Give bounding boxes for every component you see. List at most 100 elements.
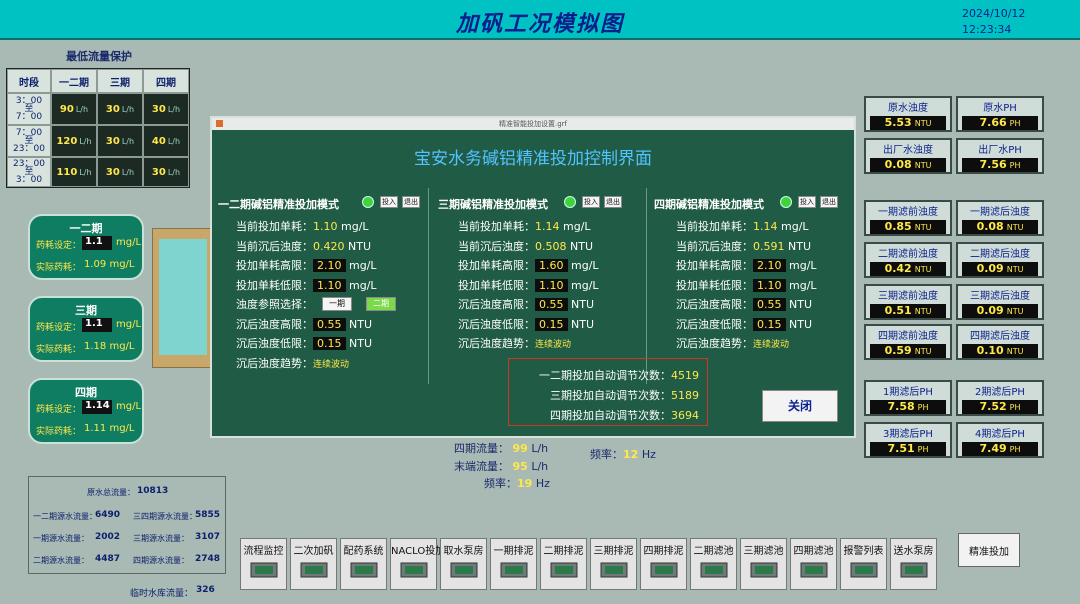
- nav-button[interactable]: 二期滤池: [690, 538, 737, 590]
- nav-button[interactable]: 一期排泥: [490, 538, 537, 590]
- dosage-set-input[interactable]: 1.1: [82, 318, 112, 332]
- dosing-mode-label: 四期碱铝精准投加模式: [654, 198, 764, 211]
- protection-slot-cell: 23：00 至 3：00: [7, 157, 51, 187]
- nav-button-label: 二次加矾: [293, 546, 334, 557]
- mode-on-button[interactable]: 投入: [798, 196, 816, 208]
- slot-text: 3：00: [15, 175, 43, 185]
- trend-row: 沉后浊度趋势：连续波动: [676, 335, 789, 351]
- nav-button[interactable]: 配药系统: [340, 538, 387, 590]
- param-input[interactable]: 0.55: [753, 298, 786, 311]
- nav-button-label: 四期排泥: [643, 546, 684, 557]
- sensor-number: 0.59: [884, 344, 912, 357]
- mode-on-button[interactable]: 投入: [380, 196, 398, 208]
- dosage-set-label: 药耗设定：: [36, 405, 82, 415]
- param-unit: NTU: [789, 298, 812, 311]
- dosage-set-input[interactable]: 1.1: [82, 236, 112, 250]
- protection-value-cell: 40 L/h: [143, 125, 189, 157]
- count-label: 三期投加自动调节次数：: [550, 389, 671, 402]
- param-input[interactable]: 2.10: [313, 259, 346, 272]
- param-label: 沉后浊度低限：: [458, 317, 535, 331]
- protection-slot-cell: 7：00 至 23：00: [7, 125, 51, 157]
- sensor-readout: 1期滤后PH 7.58 PH: [864, 380, 952, 416]
- dosage-actual-value: 1.18 mg/L: [84, 341, 134, 352]
- mode-on-button[interactable]: 投入: [582, 196, 600, 208]
- count-value: 3694: [671, 409, 699, 422]
- sensor-readout: 原水浊度 5.53 NTU: [864, 96, 952, 132]
- param-input[interactable]: 0.55: [535, 298, 568, 311]
- equipment-icon: [399, 559, 429, 581]
- param-input[interactable]: 1.60: [535, 259, 568, 272]
- dosage-actual-label: 实际药耗：: [36, 345, 82, 355]
- param-unit: NTU: [571, 298, 594, 311]
- mode-off-button[interactable]: 退出: [820, 196, 838, 208]
- count-value: 4519: [671, 369, 699, 382]
- nav-button[interactable]: 送水泵房: [890, 538, 937, 590]
- param-input[interactable]: 0.15: [535, 317, 568, 331]
- nav-button[interactable]: 三期滤池: [740, 538, 787, 590]
- param-row: 当前沉后浊度：0.420 NTU: [236, 238, 371, 254]
- sensor-label: 出厂水PH: [978, 145, 1022, 156]
- freq-value-2: 12: [623, 448, 639, 461]
- sensor-readout: 一期滤前浊度 0.85 NTU: [864, 200, 952, 236]
- param-label: 当前投加单耗：: [458, 220, 535, 233]
- sensor-unit: NTU: [1006, 347, 1024, 356]
- dosage-set-input[interactable]: 1.14: [82, 400, 112, 414]
- phase-card: 三期 药耗设定： 1.1 mg/L 实际药耗： 1.18 mg/L: [28, 296, 144, 362]
- param-label: 投加单耗低限：: [458, 278, 535, 292]
- param-label: 浊度参照选择：: [236, 298, 313, 311]
- page-title: 加矾工况模拟图: [455, 11, 624, 37]
- nav-precise-dosing-button[interactable]: 精准投加: [958, 533, 1020, 567]
- param-input[interactable]: 0.15: [313, 337, 346, 350]
- sensor-value: 5.53 NTU: [870, 116, 946, 130]
- param-row: 投加单耗高限： 1.60 mg/L: [458, 257, 599, 273]
- nav-button[interactable]: 取水泵房: [440, 538, 487, 590]
- sensor-label: 原水PH: [983, 103, 1017, 114]
- param-input[interactable]: 1.10: [535, 278, 568, 292]
- param-unit: NTU: [349, 317, 372, 331]
- param-input[interactable]: 1.10: [313, 278, 346, 292]
- close-button[interactable]: 关闭: [762, 390, 838, 422]
- nav-button[interactable]: NACLO投加: [390, 538, 445, 590]
- reference-phase1-button[interactable]: 一期: [322, 297, 352, 311]
- equipment-icon: [749, 559, 779, 581]
- app-icon: [216, 120, 223, 127]
- nav-button[interactable]: 三期排泥: [590, 538, 637, 590]
- dosage-set-label: 药耗设定：: [36, 323, 82, 333]
- protection-value: 40: [151, 135, 166, 147]
- nav-button-label: 送水泵房: [893, 546, 934, 557]
- param-label: 当前投加单耗：: [236, 220, 313, 233]
- nav-button[interactable]: 四期排泥: [640, 538, 687, 590]
- nav-button[interactable]: 报警列表: [840, 538, 887, 590]
- protection-value-cell: 30 L/h: [97, 93, 143, 125]
- nav-button[interactable]: 流程监控: [240, 538, 287, 590]
- protection-value-cell: 120 L/h: [51, 125, 97, 157]
- phase-title: 一二期: [69, 222, 103, 235]
- sensor-unit: NTU: [914, 161, 932, 170]
- param-input[interactable]: 2.10: [753, 259, 786, 272]
- sensor-label: 出厂水浊度: [883, 145, 933, 156]
- sensor-label: 四期滤后浊度: [970, 331, 1030, 342]
- dosage-actual-number: 1.09: [84, 259, 107, 270]
- sensor-unit: PH: [1009, 445, 1021, 454]
- param-unit: NTU: [571, 317, 594, 331]
- trend-label: 沉后浊度趋势：: [676, 337, 753, 350]
- param-input[interactable]: 1.10: [753, 278, 786, 292]
- nav-button[interactable]: 二次加矾: [290, 538, 337, 590]
- param-unit: NTU: [348, 239, 371, 253]
- param-input[interactable]: 0.55: [313, 317, 346, 331]
- dosage-actual-unit: mg/L: [109, 259, 135, 270]
- protection-header-cell: 时段: [7, 69, 51, 93]
- param-value: 0.508: [535, 239, 567, 253]
- slot-text: 23：00: [13, 144, 45, 154]
- mode-status-indicator: [362, 196, 374, 208]
- reference-phase2-button[interactable]: 二期: [366, 297, 396, 311]
- param-value: 1.14: [753, 220, 778, 233]
- nav-button[interactable]: 二期排泥: [540, 538, 587, 590]
- param-input[interactable]: 0.15: [753, 317, 786, 331]
- header-time: 12:23:34: [962, 23, 1012, 36]
- mode-off-button[interactable]: 退出: [604, 196, 622, 208]
- mode-off-button[interactable]: 退出: [402, 196, 420, 208]
- sensor-readout: 二期滤后浊度 0.09 NTU: [956, 242, 1044, 278]
- nav-button[interactable]: 四期滤池: [790, 538, 837, 590]
- nav-button-label: 流程监控: [243, 546, 284, 557]
